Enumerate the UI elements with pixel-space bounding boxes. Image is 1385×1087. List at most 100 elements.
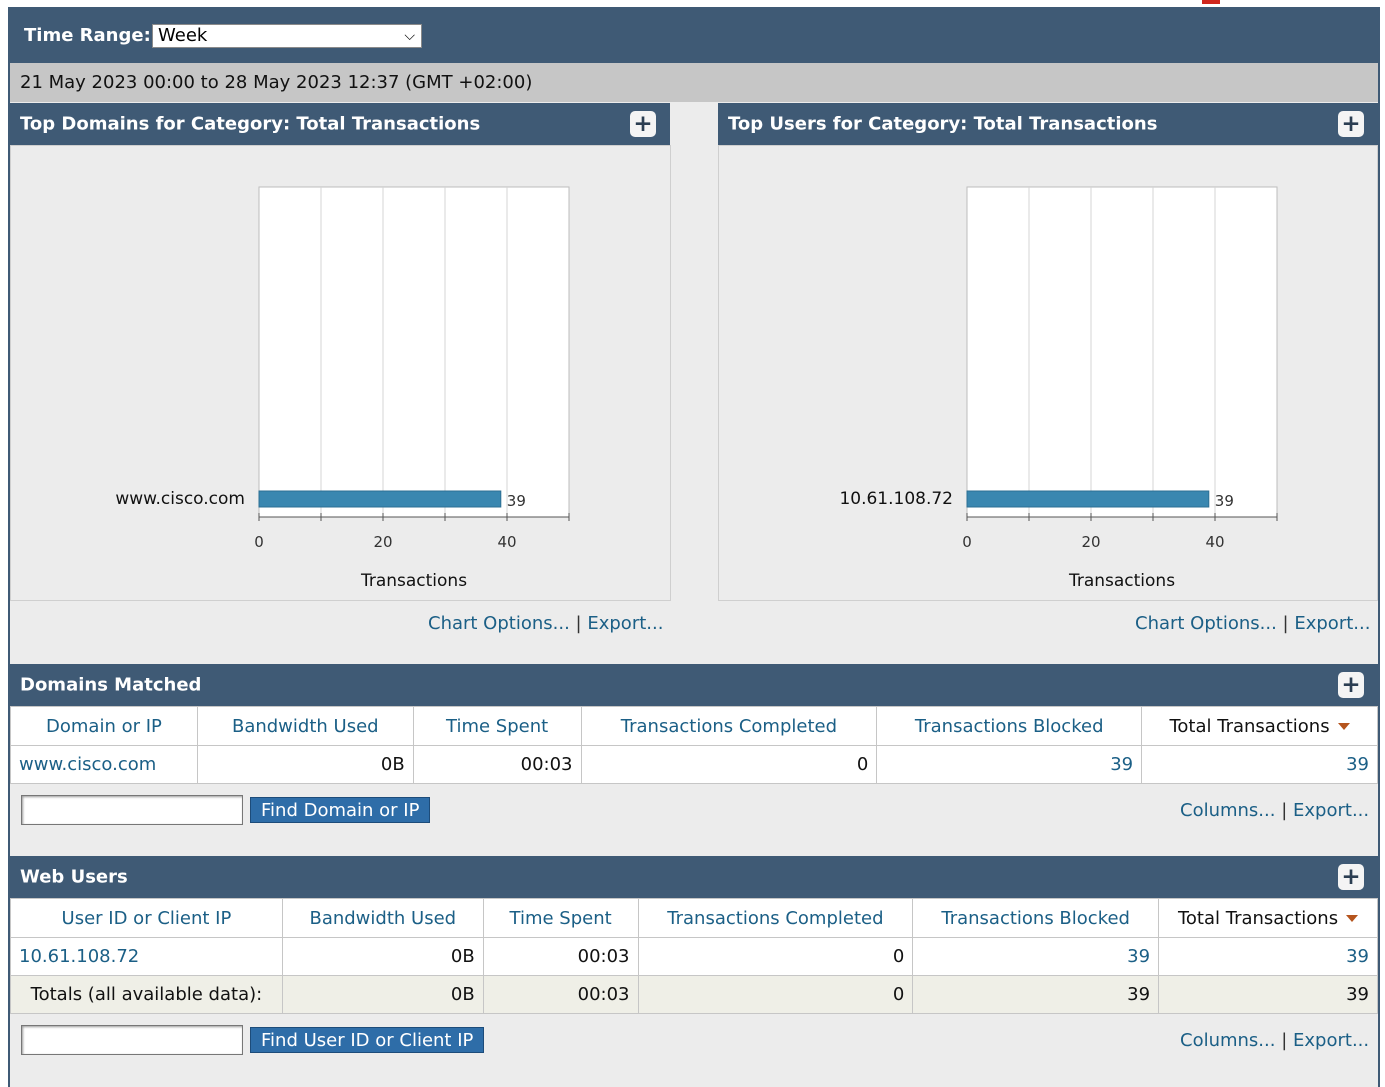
domains-matched-header: Domains Matched + — [10, 664, 1378, 706]
table-row: www.cisco.com 0B 00:03 0 39 39 — [10, 745, 1378, 784]
col-total-transactions[interactable]: Total Transactions — [1158, 898, 1378, 938]
domains-matched-title: Domains Matched — [20, 674, 202, 696]
web-users-header: Web Users + — [10, 856, 1378, 898]
x-tick-label: 40 — [497, 533, 516, 551]
col-time-spent[interactable]: Time Spent — [412, 706, 582, 746]
export-link[interactable]: Export... — [587, 613, 663, 634]
chart-options-link[interactable]: Chart Options... — [1135, 613, 1277, 634]
find-domain-button[interactable]: Find Domain or IP — [250, 797, 431, 823]
col-transactions-completed[interactable]: Transactions Completed — [580, 706, 878, 746]
col-total-label: Total Transactions — [1177, 907, 1339, 929]
bandwidth-cell: 0B — [196, 745, 414, 784]
time-range-bar: Time Range: Week ⌵ — [10, 7, 1378, 63]
chart-options-link[interactable]: Chart Options... — [428, 613, 570, 634]
domains-bar-chart: 0 20 40 Transactions www.cisco.com 39 — [115, 186, 570, 591]
separator: | — [1281, 800, 1288, 821]
totals-total: 39 — [1158, 975, 1378, 1014]
col-total-label: Total Transactions — [1169, 715, 1330, 737]
col-transactions-blocked[interactable]: Transactions Blocked — [876, 706, 1143, 746]
col-bandwidth[interactable]: Bandwidth Used — [281, 898, 484, 938]
x-axis-label: Transactions — [360, 571, 467, 591]
separator: | — [1282, 613, 1289, 634]
columns-link[interactable]: Columns... — [1180, 1030, 1275, 1051]
x-tick-label: 0 — [254, 533, 264, 551]
x-tick-label: 0 — [962, 533, 972, 551]
time-spent-cell: 00:03 — [412, 745, 582, 784]
col-transactions-blocked[interactable]: Transactions Blocked — [912, 898, 1160, 938]
expand-plus-icon[interactable]: + — [1338, 864, 1364, 890]
user-link[interactable]: 10.61.108.72 — [10, 937, 283, 976]
col-total-transactions[interactable]: Total Transactions — [1141, 706, 1378, 746]
date-range-text: 21 May 2023 00:00 to 28 May 2023 12:37 (… — [20, 72, 533, 93]
totals-row: Totals (all available data): 0B 00:03 0 … — [10, 975, 1378, 1014]
plot-area — [966, 186, 1278, 518]
users-chart-panel: 0 20 40 Transactions 10.61.108.72 39 — [718, 145, 1378, 601]
expand-plus-icon[interactable]: + — [1338, 672, 1364, 698]
domain-link[interactable]: www.cisco.com — [10, 745, 198, 784]
col-time-spent[interactable]: Time Spent — [482, 898, 639, 938]
users-table-footer: Columns... | Export... — [1180, 1030, 1369, 1051]
expand-plus-icon[interactable]: + — [1338, 111, 1364, 137]
chevron-down-icon: ⌵ — [404, 28, 415, 44]
col-transactions-completed[interactable]: Transactions Completed — [637, 898, 914, 938]
expand-plus-icon[interactable]: + — [630, 111, 656, 137]
x-axis-label: Transactions — [1068, 571, 1175, 591]
blocked-link[interactable]: 39 — [876, 745, 1143, 784]
totals-completed: 0 — [637, 975, 914, 1014]
table-header-row: User ID or Client IP Bandwidth Used Time… — [10, 898, 1378, 938]
date-range-bar: 21 May 2023 00:00 to 28 May 2023 12:37 (… — [10, 63, 1378, 102]
time-spent-cell: 00:03 — [482, 937, 639, 976]
domains-chart-header: Top Domains for Category: Total Transact… — [10, 103, 670, 145]
time-range-label: Time Range: — [24, 25, 151, 46]
col-domain[interactable]: Domain or IP — [10, 706, 198, 746]
web-users-table: User ID or Client IP Bandwidth Used Time… — [10, 898, 1378, 1014]
separator: | — [575, 613, 582, 634]
top-edge-marker — [1202, 0, 1220, 4]
web-users-title: Web Users — [20, 866, 128, 888]
bar — [966, 490, 1210, 508]
blocked-link[interactable]: 39 — [912, 937, 1160, 976]
users-chart-header: Top Users for Category: Total Transactio… — [718, 103, 1378, 145]
totals-blocked: 39 — [912, 975, 1160, 1014]
domains-chart-panel: 0 20 40 Transactions www.cisco.com 39 — [10, 145, 671, 601]
export-link[interactable]: Export... — [1294, 613, 1370, 634]
sort-desc-icon — [1337, 723, 1350, 730]
col-bandwidth[interactable]: Bandwidth Used — [196, 706, 414, 746]
domains-chart-footer: Chart Options... | Export... — [428, 613, 663, 634]
totals-time-spent: 00:03 — [482, 975, 639, 1014]
export-link[interactable]: Export... — [1293, 1030, 1369, 1051]
total-link[interactable]: 39 — [1141, 745, 1378, 784]
bandwidth-cell: 0B — [281, 937, 484, 976]
x-tick-label: 40 — [1205, 533, 1224, 551]
users-chart-footer: Chart Options... | Export... — [1135, 613, 1370, 634]
user-search-input[interactable] — [21, 1025, 243, 1055]
find-user-button[interactable]: Find User ID or Client IP — [250, 1027, 485, 1053]
table-header-row: Domain or IP Bandwidth Used Time Spent T… — [10, 706, 1378, 746]
domains-table-footer: Columns... | Export... — [1180, 800, 1369, 821]
x-tick-label: 20 — [1081, 533, 1100, 551]
domains-matched-table: Domain or IP Bandwidth Used Time Spent T… — [10, 706, 1378, 784]
time-range-select[interactable]: Week ⌵ — [152, 24, 422, 48]
domains-chart-title: Top Domains for Category: Total Transact… — [20, 113, 481, 135]
x-tick-label: 20 — [373, 533, 392, 551]
completed-cell: 0 — [580, 745, 878, 784]
users-chart-title: Top Users for Category: Total Transactio… — [728, 113, 1158, 135]
totals-bandwidth: 0B — [281, 975, 484, 1014]
totals-label: Totals (all available data): — [10, 975, 283, 1014]
category-label: 10.61.108.72 — [839, 489, 953, 509]
time-range-value: Week — [158, 25, 208, 46]
table-row: 10.61.108.72 0B 00:03 0 39 39 — [10, 937, 1378, 976]
sort-desc-icon — [1346, 915, 1359, 922]
data-label: 39 — [1215, 492, 1234, 510]
completed-cell: 0 — [637, 937, 914, 976]
plot-area — [258, 186, 570, 518]
category-label: www.cisco.com — [115, 489, 245, 509]
data-label: 39 — [507, 492, 526, 510]
col-user[interactable]: User ID or Client IP — [10, 898, 283, 938]
domain-search-input[interactable] — [21, 795, 243, 825]
users-bar-chart: 0 20 40 Transactions 10.61.108.72 39 — [839, 186, 1278, 591]
export-link[interactable]: Export... — [1293, 800, 1369, 821]
columns-link[interactable]: Columns... — [1180, 800, 1275, 821]
separator: | — [1281, 1030, 1288, 1051]
total-link[interactable]: 39 — [1158, 937, 1378, 976]
